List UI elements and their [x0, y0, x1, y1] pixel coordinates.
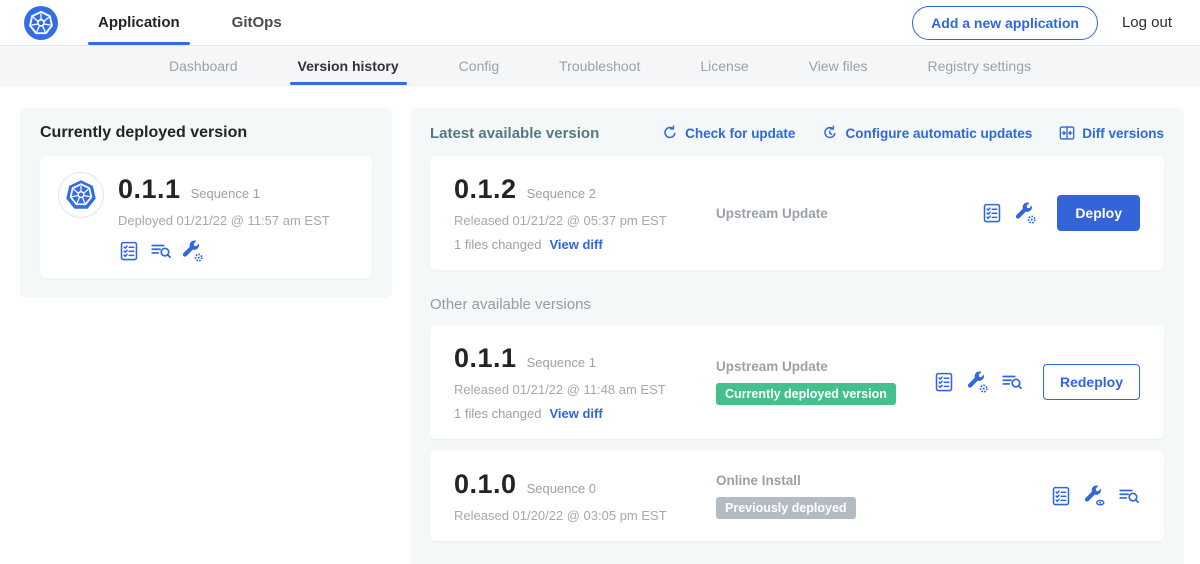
app-icon [58, 172, 104, 218]
diff-versions-link[interactable]: Diff versions [1058, 124, 1164, 142]
panel-actions: Check for update Configure automatic upd… [661, 124, 1164, 142]
subnav-tab-version-history[interactable]: Version history [268, 46, 429, 85]
files-changed-label: 1 files changed [454, 406, 541, 421]
header-left: Application GitOps [24, 0, 330, 45]
app-header: Application GitOps Add a new application… [0, 0, 1200, 46]
deploy-logs-icon[interactable] [1001, 371, 1023, 393]
check-for-update-label: Check for update [685, 126, 795, 141]
subnav-tab-troubleshoot[interactable]: Troubleshoot [529, 46, 670, 85]
version-row-0-1-1: 0.1.1 Sequence 1 Released 01/21/22 @ 11:… [430, 325, 1164, 439]
version-number: 0.1.0 [454, 469, 517, 500]
version-actions: Deploy [981, 174, 1140, 252]
version-history-panel: Latest available version Check for updat… [410, 108, 1184, 564]
header-right: Add a new application Log out [912, 6, 1172, 40]
other-available-heading: Other available versions [430, 296, 1164, 313]
version-number: 0.1.2 [454, 174, 517, 205]
currently-deployed-card: Currently deployed version 0.1.1 Sequenc… [20, 108, 392, 298]
view-diff-link[interactable]: View diff [549, 237, 602, 252]
deployed-version-card: 0.1.1 Sequence 1 Deployed 01/21/22 @ 11:… [40, 156, 372, 278]
main-content: Currently deployed version 0.1.1 Sequenc… [0, 86, 1200, 564]
app-root: Application GitOps Add a new application… [0, 0, 1200, 564]
source-label: Upstream Update [716, 359, 933, 374]
panel-header: Latest available version Check for updat… [430, 124, 1164, 142]
subnav-tab-registry-settings[interactable]: Registry settings [898, 46, 1061, 85]
files-changed-label: 1 files changed [454, 237, 541, 252]
diff-icon [1058, 124, 1076, 142]
redeploy-button[interactable]: Redeploy [1043, 364, 1140, 400]
currently-deployed-title: Currently deployed version [40, 124, 372, 142]
version-number: 0.1.1 [454, 343, 517, 374]
preflight-checks-icon[interactable] [182, 240, 204, 262]
diff-versions-label: Diff versions [1082, 126, 1164, 141]
version-released: Released 01/20/22 @ 03:05 pm EST [454, 508, 716, 523]
subnav-tab-view-files[interactable]: View files [779, 46, 898, 85]
deploy-button[interactable]: Deploy [1057, 195, 1140, 231]
app-tabs: Application GitOps [94, 0, 330, 45]
version-info: 0.1.1 Sequence 1 Released 01/21/22 @ 11:… [454, 343, 716, 421]
subnav-tab-license[interactable]: License [670, 46, 778, 85]
previously-deployed-badge: Previously deployed [716, 497, 856, 519]
version-actions [1050, 469, 1140, 523]
currently-deployed-badge: Currently deployed version [716, 383, 896, 405]
preflight-checks-icon[interactable] [967, 371, 989, 393]
version-row-0-1-2: 0.1.2 Sequence 2 Released 01/21/22 @ 05:… [430, 156, 1164, 270]
version-source: Upstream Update [716, 174, 981, 252]
version-source: Upstream Update Currently deployed versi… [716, 343, 933, 421]
subnav-tab-dashboard[interactable]: Dashboard [139, 46, 268, 85]
version-info: 0.1.0 Sequence 0 Released 01/20/22 @ 03:… [454, 469, 716, 523]
release-notes-icon[interactable] [1050, 485, 1072, 507]
view-diff-link[interactable]: View diff [549, 406, 602, 421]
add-application-button[interactable]: Add a new application [912, 6, 1098, 40]
deployed-action-icons [118, 240, 330, 262]
version-released: Released 01/21/22 @ 11:48 am EST [454, 382, 716, 397]
version-sequence: Sequence 1 [527, 355, 596, 370]
version-row-0-1-0: 0.1.0 Sequence 0 Released 01/20/22 @ 03:… [430, 451, 1164, 541]
clock-refresh-icon [821, 124, 839, 142]
version-sequence: Sequence 0 [527, 481, 596, 496]
refresh-icon [661, 124, 679, 142]
subnav-tab-config[interactable]: Config [429, 46, 529, 85]
deployed-version-meta: 0.1.1 Sequence 1 Deployed 01/21/22 @ 11:… [118, 172, 330, 262]
tab-gitops[interactable]: GitOps [228, 0, 286, 45]
deployed-sequence: Sequence 1 [191, 186, 260, 201]
configure-automatic-updates-link[interactable]: Configure automatic updates [821, 124, 1032, 142]
deployed-timestamp: Deployed 01/21/22 @ 11:57 am EST [118, 213, 330, 228]
version-source: Online Install Previously deployed [716, 469, 1050, 523]
tab-application-label: Application [98, 14, 180, 31]
release-notes-icon[interactable] [981, 202, 1003, 224]
preflight-checks-icon[interactable] [1015, 202, 1037, 224]
deploy-logs-icon[interactable] [150, 240, 172, 262]
version-sequence: Sequence 2 [527, 186, 596, 201]
app-subnav: Dashboard Version history Config Trouble… [0, 46, 1200, 86]
source-label: Upstream Update [716, 206, 981, 221]
logout-button[interactable]: Log out [1122, 14, 1172, 31]
kubernetes-logo-icon [24, 6, 58, 40]
deploy-logs-icon[interactable] [1118, 485, 1140, 507]
release-notes-icon[interactable] [933, 371, 955, 393]
version-actions: Redeploy [933, 343, 1140, 421]
version-released: Released 01/21/22 @ 05:37 pm EST [454, 213, 716, 228]
release-notes-icon[interactable] [118, 240, 140, 262]
latest-available-heading: Latest available version [430, 125, 599, 142]
deployed-version-number: 0.1.1 [118, 174, 181, 205]
check-for-update-link[interactable]: Check for update [661, 124, 795, 142]
source-label: Online Install [716, 473, 1050, 488]
preflight-results-icon[interactable] [1084, 485, 1106, 507]
tab-application[interactable]: Application [94, 0, 184, 45]
configure-automatic-updates-label: Configure automatic updates [845, 126, 1032, 141]
version-info: 0.1.2 Sequence 2 Released 01/21/22 @ 05:… [454, 174, 716, 252]
tab-gitops-label: GitOps [232, 14, 282, 31]
